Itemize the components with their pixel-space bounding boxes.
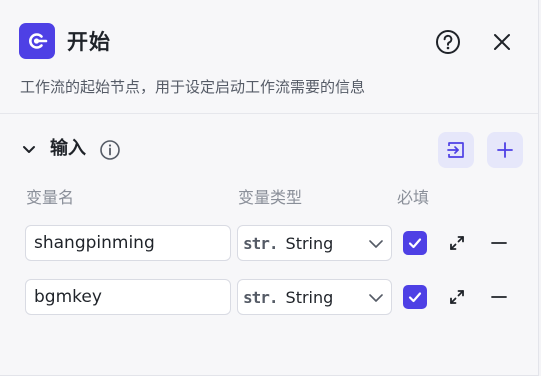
input-section-title: 输入 <box>50 138 86 159</box>
expand-icon <box>450 290 464 304</box>
chevron-down-icon <box>369 240 383 248</box>
minus-icon <box>491 242 507 244</box>
question-circle-icon <box>436 30 460 54</box>
help-button[interactable] <box>435 29 461 55</box>
info-circle-icon[interactable] <box>99 139 121 161</box>
input-section-header: 输入 <box>0 128 538 172</box>
checkmark-icon <box>408 292 422 303</box>
add-variable-button[interactable] <box>487 132 523 168</box>
expand-icon <box>450 236 464 250</box>
required-checkbox[interactable] <box>403 231 427 255</box>
chevron-down-icon <box>369 294 383 302</box>
string-type-icon: str. <box>243 233 279 253</box>
variable-type-label: String <box>285 233 334 253</box>
close-button[interactable] <box>490 30 514 54</box>
expand-button[interactable] <box>446 286 468 308</box>
section-divider <box>0 113 538 114</box>
plus-icon <box>497 142 513 158</box>
required-checkbox[interactable] <box>403 285 427 309</box>
close-icon <box>494 34 510 50</box>
panel-description: 工作流的起始节点，用于设定启动工作流需要的信息 <box>20 78 366 96</box>
variable-name-input[interactable] <box>25 225 231 261</box>
remove-variable-button[interactable] <box>488 232 510 254</box>
chevron-down-icon[interactable] <box>20 141 38 159</box>
column-header-name: 变量名 <box>26 188 75 207</box>
panel-header: 开始 工作流的起始节点，用于设定启动工作流需要的信息 <box>0 0 538 112</box>
minus-icon <box>491 296 507 298</box>
variable-name-input[interactable] <box>25 279 231 315</box>
expand-button[interactable] <box>446 232 468 254</box>
column-header-type: 变量类型 <box>238 188 303 207</box>
variable-row: str. String <box>0 279 538 315</box>
start-node-icon <box>19 23 55 59</box>
checkmark-icon <box>408 238 422 249</box>
import-variables-button[interactable] <box>438 132 474 168</box>
variable-type-label: String <box>285 287 334 307</box>
start-node-panel: 开始 工作流的起始节点，用于设定启动工作流需要的信息 输入 变量名 变量类型 必… <box>0 0 539 376</box>
variable-type-select[interactable]: str. String <box>237 225 392 261</box>
remove-variable-button[interactable] <box>488 286 510 308</box>
panel-title: 开始 <box>67 30 111 54</box>
import-icon <box>447 142 464 158</box>
string-type-icon: str. <box>243 287 279 307</box>
variable-row: str. String <box>0 225 538 261</box>
column-header-required: 必填 <box>397 188 430 207</box>
variable-type-select[interactable]: str. String <box>237 279 392 315</box>
